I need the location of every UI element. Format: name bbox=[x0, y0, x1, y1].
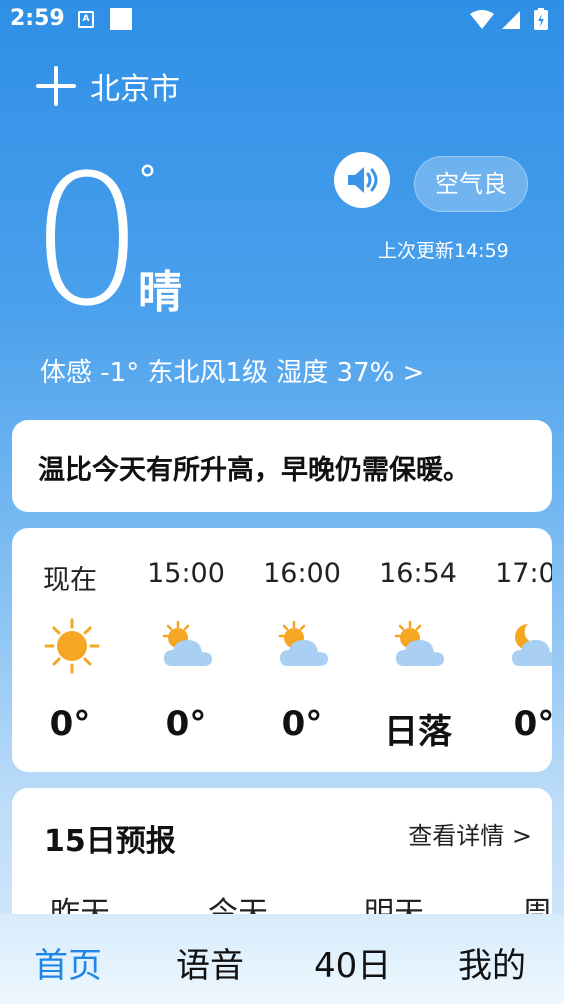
hour-label: 现在 bbox=[43, 565, 97, 596]
city-name[interactable]: 北京市 bbox=[90, 64, 180, 108]
partly-cloudy-icon bbox=[162, 620, 212, 666]
status-icons bbox=[468, 8, 554, 36]
hour-temp: 0° bbox=[281, 704, 323, 744]
weather-details-link[interactable]: 体感 -1° 东北风1级 湿度 37% > bbox=[40, 352, 424, 389]
partly-cloudy-icon bbox=[394, 620, 444, 666]
speaker-icon bbox=[348, 167, 378, 193]
partly-cloudy-icon bbox=[278, 620, 328, 666]
wifi-icon bbox=[470, 10, 494, 29]
status-bar: 2:59 A bbox=[0, 0, 564, 40]
signal-icon bbox=[502, 11, 520, 29]
tab-mine[interactable]: 我的 bbox=[458, 938, 526, 987]
sun-icon bbox=[44, 618, 100, 674]
weather-tip-text: 温比今天有所升高，早晚仍需保暖。 bbox=[38, 455, 470, 486]
hourly-forecast-card[interactable]: 现在 0° 15:00 0° 16:00 0° 16:54 日落 17:0 0° bbox=[12, 528, 552, 772]
hour-label: 15:00 bbox=[147, 558, 225, 589]
voice-broadcast-button[interactable] bbox=[334, 152, 390, 208]
weather-tip-card: 温比今天有所升高，早晚仍需保暖。 bbox=[12, 420, 552, 512]
tab-home[interactable]: 首页 bbox=[34, 938, 102, 987]
moon-cloud-icon bbox=[512, 624, 552, 666]
bottom-tab-bar: 首页 语音 40日 我的 bbox=[0, 914, 564, 1004]
notification-a-icon: A bbox=[78, 11, 94, 28]
tab-40-day[interactable]: 40日 bbox=[314, 938, 391, 987]
battery-icon bbox=[534, 8, 548, 30]
status-time: 2:59 bbox=[10, 6, 65, 31]
tab-voice[interactable]: 语音 bbox=[176, 938, 244, 987]
hour-temp: 0° bbox=[165, 704, 207, 744]
forecast-details-link[interactable]: 查看详情 > bbox=[408, 816, 532, 851]
hour-temp: 0° bbox=[49, 704, 91, 744]
forecast-title: 15日预报 bbox=[44, 824, 176, 859]
city-header: 北京市 bbox=[36, 64, 180, 108]
weather-condition: 晴 bbox=[138, 267, 182, 318]
hour-label: 16:00 bbox=[263, 558, 341, 589]
add-city-icon[interactable] bbox=[36, 66, 76, 106]
hour-label: 17:00 bbox=[495, 558, 552, 589]
hour-label: 16:54 bbox=[379, 558, 457, 589]
notification-square-icon bbox=[110, 8, 132, 30]
hour-temp: 0° bbox=[513, 704, 552, 744]
current-temperature: 0 bbox=[30, 137, 145, 346]
air-quality-button[interactable]: 空气良 bbox=[414, 156, 528, 212]
last-updated: 上次更新14:59 bbox=[378, 240, 509, 262]
hour-temp: 日落 bbox=[384, 712, 452, 752]
degree-symbol: ° bbox=[138, 158, 157, 202]
